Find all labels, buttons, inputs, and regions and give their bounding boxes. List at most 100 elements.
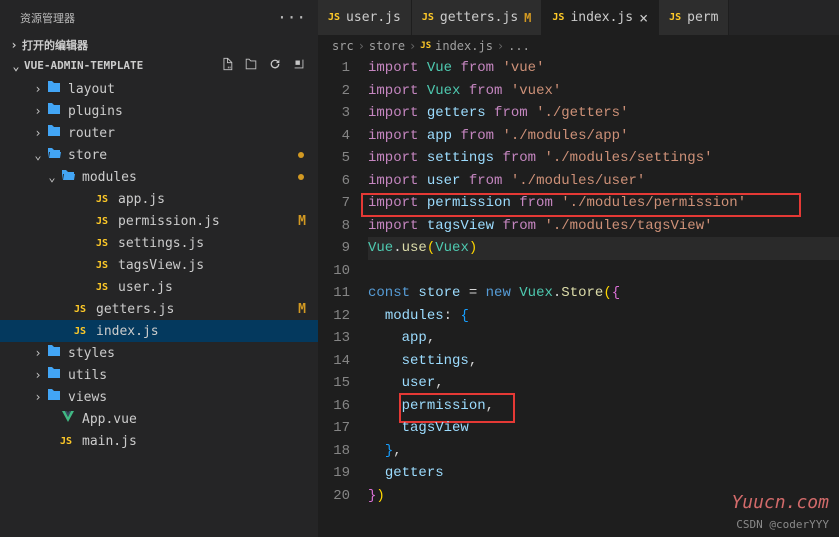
line-number: 14: [318, 350, 350, 373]
folder-styles[interactable]: ›styles: [0, 342, 318, 364]
code-lines[interactable]: import Vue from 'vue'import Vuex from 'v…: [368, 57, 839, 537]
modified-dot: [298, 174, 304, 180]
js-icon: JS: [328, 12, 340, 23]
code-line-9[interactable]: Vue.use(Vuex): [368, 237, 839, 260]
breadcrumb-item[interactable]: store: [369, 39, 405, 53]
code-line-18[interactable]: },: [368, 440, 839, 463]
code-line-11[interactable]: const store = new Vuex.Store({: [368, 282, 839, 305]
chevron-right-icon: ›: [6, 38, 22, 52]
tree-item-label: views: [68, 390, 310, 405]
tree-item-label: permission.js: [118, 214, 298, 229]
folder-icon: [46, 101, 62, 121]
line-number: 12: [318, 305, 350, 328]
close-icon[interactable]: ×: [639, 9, 648, 27]
folder-modules[interactable]: ⌄modules: [0, 166, 318, 188]
file-main-js[interactable]: JSmain.js: [0, 430, 318, 452]
folder-store[interactable]: ⌄store: [0, 144, 318, 166]
file-user-js[interactable]: JSuser.js: [0, 276, 318, 298]
breadcrumb-item[interactable]: index.js: [435, 39, 493, 53]
folder-icon: [46, 123, 62, 143]
chevron-right-icon: ›: [409, 39, 416, 53]
file-getters-js[interactable]: JSgetters.jsM: [0, 298, 318, 320]
code-line-17[interactable]: tagsView: [368, 417, 839, 440]
refresh-icon[interactable]: [268, 57, 282, 74]
breadcrumb-item[interactable]: src: [332, 39, 354, 53]
tree-item-label: App.vue: [82, 412, 310, 427]
code-line-2[interactable]: import Vuex from 'vuex': [368, 80, 839, 103]
tab-label: perm: [687, 10, 718, 25]
line-number: 5: [318, 147, 350, 170]
tab-getters-js[interactable]: JSgetters.jsM: [412, 0, 543, 35]
tree-item-label: styles: [68, 346, 310, 361]
line-number: 3: [318, 102, 350, 125]
code-line-4[interactable]: import app from './modules/app': [368, 125, 839, 148]
code-line-13[interactable]: app,: [368, 327, 839, 350]
open-editors-label: 打开的编辑器: [22, 37, 88, 53]
project-section[interactable]: ⌄ VUE-ADMIN-TEMPLATE: [0, 55, 318, 76]
code-line-1[interactable]: import Vue from 'vue': [368, 57, 839, 80]
collapse-icon[interactable]: [292, 57, 306, 74]
line-number: 13: [318, 327, 350, 350]
breadcrumb-item[interactable]: ...: [508, 39, 530, 53]
tree-item-label: layout: [68, 82, 310, 97]
file-permission-js[interactable]: JSpermission.jsM: [0, 210, 318, 232]
file-index-js[interactable]: JS index.js: [0, 320, 318, 342]
folder-utils[interactable]: ›utils: [0, 364, 318, 386]
modified-badge: M: [298, 214, 306, 229]
tree-item-label: modules: [82, 170, 298, 185]
file-tagsView-js[interactable]: JS tagsView.js: [0, 254, 318, 276]
code-line-3[interactable]: import getters from './getters': [368, 102, 839, 125]
js-icon: JS: [96, 260, 112, 271]
code-line-10[interactable]: [368, 260, 839, 283]
open-editors-section[interactable]: › 打开的编辑器: [0, 35, 318, 55]
line-number: 16: [318, 395, 350, 418]
modified-badge: M: [298, 302, 306, 317]
file-App-vue[interactable]: App.vue: [0, 408, 318, 430]
code-line-8[interactable]: import tagsView from './modules/tagsView…: [368, 215, 839, 238]
code-line-19[interactable]: getters: [368, 462, 839, 485]
js-icon: JS: [552, 12, 564, 23]
tab-label: user.js: [346, 10, 401, 25]
file-app-js[interactable]: JSapp.js: [0, 188, 318, 210]
code-line-16[interactable]: permission,: [368, 395, 839, 418]
tab-user-js[interactable]: JS user.js: [318, 0, 412, 35]
tab-index-js[interactable]: JSindex.js×: [542, 0, 659, 35]
tab-perm[interactable]: JS perm: [659, 0, 729, 35]
folder-router[interactable]: › router: [0, 122, 318, 144]
chevron-right-icon: ›: [30, 368, 46, 382]
code-line-5[interactable]: import settings from './modules/settings…: [368, 147, 839, 170]
new-file-icon[interactable]: [220, 57, 234, 74]
tree-item-label: getters.js: [96, 302, 298, 317]
folder-icon: [60, 167, 76, 187]
js-icon: JS: [669, 12, 681, 23]
folder-layout[interactable]: › layout: [0, 78, 318, 100]
chevron-right-icon: ›: [30, 126, 46, 140]
breadcrumb[interactable]: src›store›JSindex.js›...: [318, 35, 839, 57]
tree-item-label: index.js: [96, 324, 310, 339]
code-line-12[interactable]: modules: {: [368, 305, 839, 328]
folder-views[interactable]: ›views: [0, 386, 318, 408]
line-number: 8: [318, 215, 350, 238]
tree-item-label: router: [68, 126, 310, 141]
code-line-6[interactable]: import user from './modules/user': [368, 170, 839, 193]
folder-plugins[interactable]: ›plugins: [0, 100, 318, 122]
tree-item-label: store: [68, 148, 298, 163]
chevron-right-icon: ›: [497, 39, 504, 53]
new-folder-icon[interactable]: [244, 57, 258, 74]
line-number: 6: [318, 170, 350, 193]
tree-item-label: tagsView.js: [118, 258, 310, 273]
tree-item-label: main.js: [82, 434, 310, 449]
chevron-right-icon: ›: [30, 82, 46, 96]
explorer-title: 资源管理器: [20, 10, 75, 26]
code-line-14[interactable]: settings,: [368, 350, 839, 373]
line-number: 7: [318, 192, 350, 215]
js-icon: JS: [74, 326, 90, 337]
more-icon[interactable]: ···: [277, 8, 306, 27]
code-line-20[interactable]: }): [368, 485, 839, 508]
chevron-down-icon: ⌄: [8, 59, 24, 73]
file-settings-js[interactable]: JSsettings.js: [0, 232, 318, 254]
code-line-7[interactable]: import permission from './modules/permis…: [368, 192, 839, 215]
code-line-15[interactable]: user,: [368, 372, 839, 395]
code-editor[interactable]: 1234567891011121314151617181920 import V…: [318, 57, 839, 537]
folder-icon: [46, 79, 62, 99]
